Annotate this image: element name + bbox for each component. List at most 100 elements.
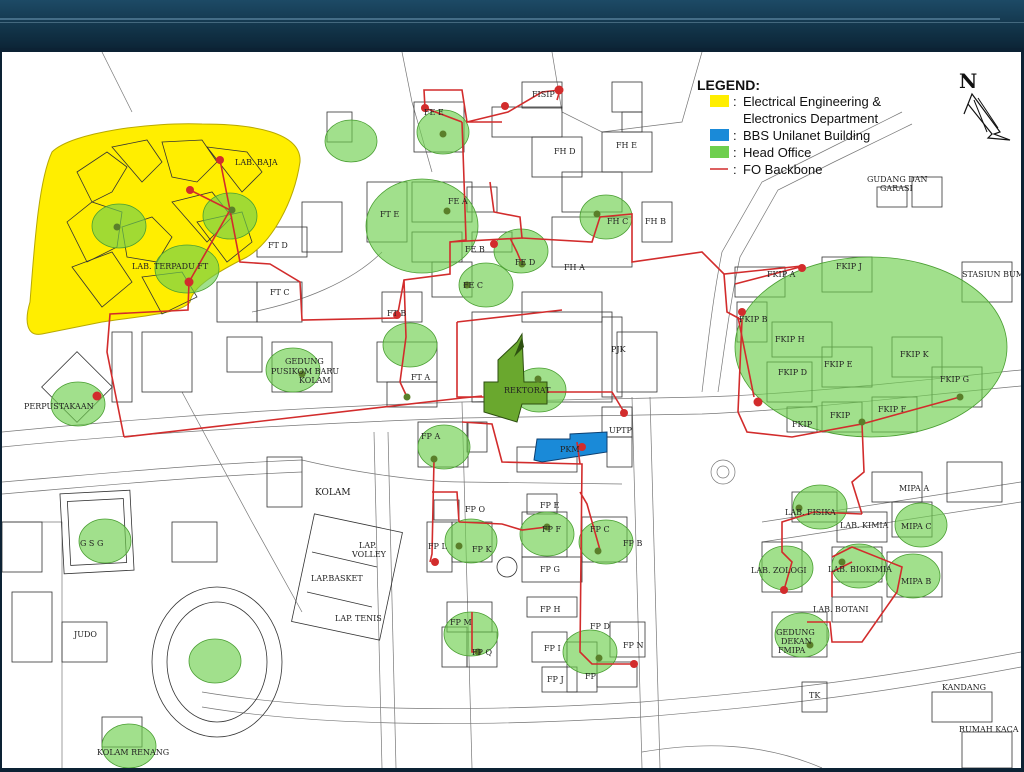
north-label: N xyxy=(959,69,977,93)
legend-head-office: Head Office xyxy=(743,145,811,160)
zone-ft-b xyxy=(382,322,438,368)
zone-fp-f xyxy=(519,511,575,557)
zone-top-left xyxy=(324,119,378,163)
label-fp-o: FP O xyxy=(465,505,485,514)
campus-network-map: LAB. BAJA LAB. TERPADU FT FT D FT C FT E… xyxy=(1,51,1024,769)
label-judo: JUDO xyxy=(73,630,97,639)
label-gedung-dekan-1: GEDUNG xyxy=(776,628,815,637)
label-gedung-dekan-2: DEKAN xyxy=(781,637,812,646)
label-lap-basket: LAP.BASKET xyxy=(311,574,363,583)
label-fp-h: FP H xyxy=(540,605,560,614)
label-lab-botani: LAB. BOTANI xyxy=(813,605,868,614)
label-lab-biokimia: LAB. BIOKIMIA xyxy=(828,565,892,574)
zone-field xyxy=(188,638,242,684)
label-fkip-d: FKIP D xyxy=(778,368,807,377)
label-fp-k: FP K xyxy=(472,545,492,554)
label-gedung-pusikom-2: PUSIKOM BARU xyxy=(271,367,339,376)
label-lab-kimia: LAB. KIMIA xyxy=(840,521,889,530)
label-gedung-pusikom-1: GEDUNG xyxy=(285,357,324,366)
label-fkip-c2: FKIP xyxy=(792,420,813,429)
label-ft-d: FT D xyxy=(268,241,288,250)
label-fh-e: FH E xyxy=(616,141,637,150)
label-fp: FP xyxy=(585,672,597,681)
label-kolam-2: KOLAM xyxy=(315,488,351,498)
zone-kolam-renang xyxy=(101,723,157,769)
label-fp-d: FP D xyxy=(590,622,610,631)
label-fkip-b: FKIP B xyxy=(739,315,768,324)
label-fisip: FISIP xyxy=(532,90,555,99)
label-fp-a: FP A xyxy=(421,432,440,441)
label-pkm: PKM xyxy=(560,445,580,454)
label-mipa-c: MIPA C xyxy=(901,522,931,531)
slide: LAB. BAJA LAB. TERPADU FT FT D FT C FT E… xyxy=(0,0,1024,769)
label-fe-e: FE E xyxy=(424,108,444,117)
label-lab-terpadu: LAB. TERPADU FT xyxy=(132,262,209,271)
label-fp-c: FP C xyxy=(590,525,610,534)
label-fe-c: FE C xyxy=(463,281,483,290)
label-garasi: GARASI xyxy=(880,184,913,193)
label-fp-f: FP F xyxy=(542,525,561,534)
legend-ee-line2: Electronics Department xyxy=(743,111,878,126)
zone-fkip xyxy=(734,256,1008,438)
label-fp-i: FP I xyxy=(544,644,561,653)
legend-swatch-ee xyxy=(710,95,729,107)
label-fkip-e: FKIP E xyxy=(824,360,853,369)
label-fh-b: FH B xyxy=(645,217,666,226)
legend-swatch-bbs xyxy=(710,129,729,141)
label-lap-volley-1: LAP. xyxy=(359,541,376,550)
label-ft-c: FT C xyxy=(270,288,290,297)
legend-colon-3: : xyxy=(733,145,737,160)
label-fkip-c: FKIP xyxy=(830,411,851,420)
label-pjk: PJK xyxy=(611,345,627,354)
legend-swatch-head-office xyxy=(710,146,729,158)
label-fp-e: FP E xyxy=(540,501,559,510)
label-fkip-g: FKIP G xyxy=(940,375,969,384)
label-fp-l: FP L xyxy=(428,542,447,551)
label-lab-zoologi: LAB. ZOLOGI xyxy=(751,566,807,575)
label-lap-tenis: LAP. TENIS xyxy=(335,614,382,623)
label-mipa-a: MIPA A xyxy=(899,484,929,493)
legend-colon-4: : xyxy=(733,162,737,177)
label-gudang: GUDANG DAN xyxy=(867,175,927,184)
label-fp-q: FP Q xyxy=(472,648,492,657)
label-ft-e: FT E xyxy=(380,210,399,219)
label-fp-n: FP N xyxy=(623,641,643,650)
legend-bbs: BBS Unilanet Building xyxy=(743,128,870,143)
label-fe-d: FE D xyxy=(515,258,535,267)
label-gsg: G S G xyxy=(80,539,103,548)
legend-colon-1: : xyxy=(733,94,737,109)
label-fp-b: FP B xyxy=(623,539,642,548)
label-uptp: UPTP xyxy=(609,426,632,435)
map-canvas: LAB. BAJA LAB. TERPADU FT FT D FT C FT E… xyxy=(1,51,1024,769)
north-arrow-icon: N xyxy=(959,69,1011,141)
zone-ft-e xyxy=(365,178,479,274)
map-legend: LEGEND: : Electrical Engineering & Elect… xyxy=(697,77,881,177)
label-fkip-k: FKIP K xyxy=(900,350,930,359)
legend-title: LEGEND: xyxy=(697,77,760,93)
label-fh-a: FH A xyxy=(564,263,585,272)
label-fe-b: FE B xyxy=(465,245,485,254)
label-fkip-a: FKIP A xyxy=(767,270,796,279)
label-lab-fisika: LAB. FISIKA xyxy=(785,508,836,517)
banner-line xyxy=(0,18,1000,20)
label-fkip-h: FKIP H xyxy=(775,335,805,344)
zone-fp-i xyxy=(562,629,618,675)
label-tk: TK xyxy=(809,691,821,700)
label-fp-g: FP G xyxy=(540,565,560,574)
zone-mipa-b xyxy=(885,553,941,599)
label-kolam-1: KOLAM xyxy=(299,376,331,385)
label-fh-d: FH D xyxy=(554,147,575,156)
banner-line-secondary xyxy=(0,22,1024,23)
label-lab-baja: LAB. BAJA xyxy=(235,158,278,167)
label-stasiun: STASIUN BUMI xyxy=(962,270,1021,279)
label-rumah-kaca: RUMAH KACA xyxy=(959,725,1019,734)
label-perpustakaan: PERPUSTAKAAN xyxy=(24,402,94,411)
label-kandang: KANDANG xyxy=(942,683,986,692)
legend-ee-line1: Electrical Engineering & xyxy=(743,94,881,109)
label-fkip-j: FKIP J xyxy=(836,262,862,271)
label-gedung-dekan-3: FMIPA xyxy=(778,646,806,655)
label-ft-b: FT B xyxy=(387,309,406,318)
label-fkip-f: FKIP F xyxy=(878,405,907,414)
label-fh-c: FH C xyxy=(607,217,628,226)
legend-colon-2: : xyxy=(733,128,737,143)
